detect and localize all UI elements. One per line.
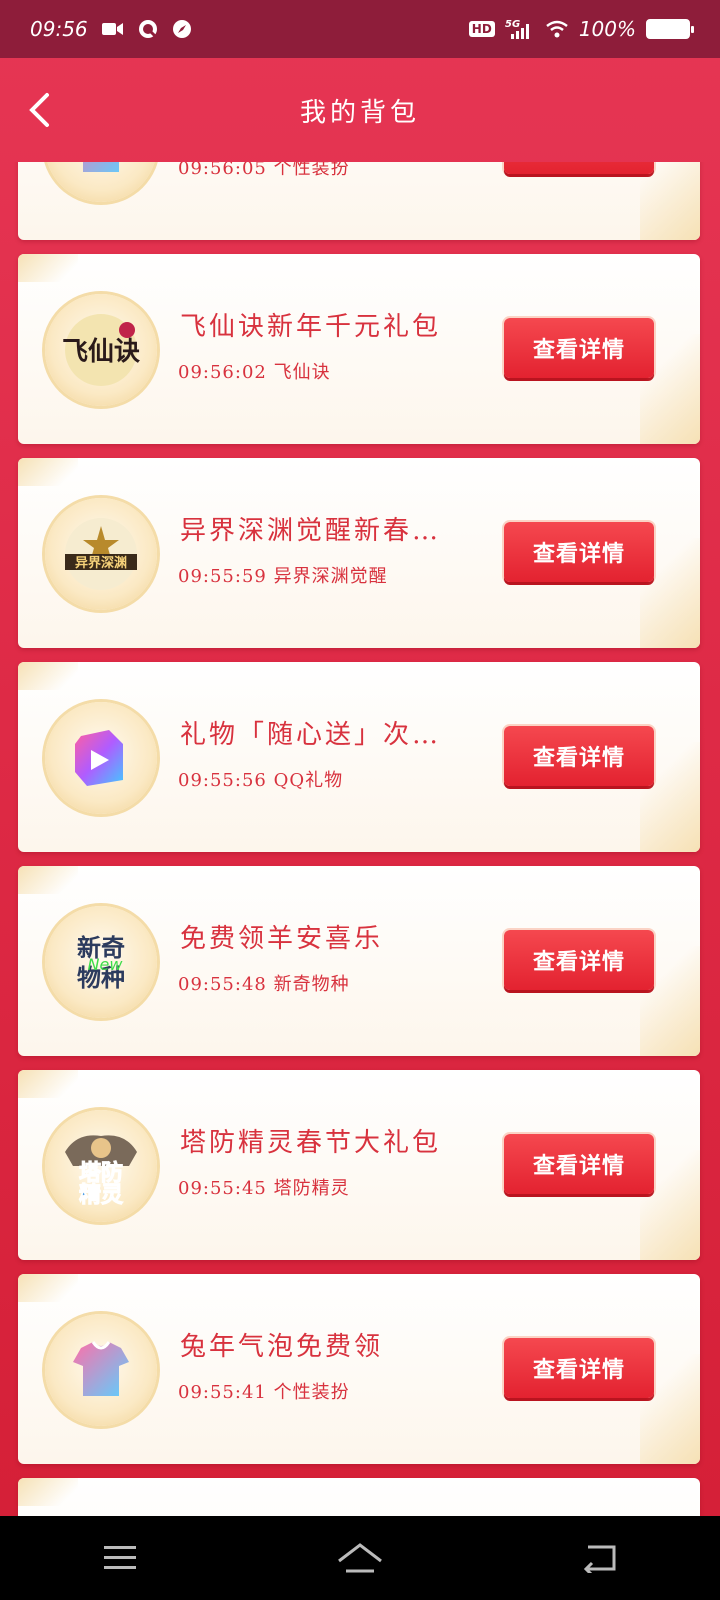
abyss-logo-text: 异界深渊: [75, 555, 127, 571]
item-meta: 09:56:02 飞仙诀: [178, 362, 331, 383]
tafang-logo: 塔防 精灵: [45, 1110, 157, 1222]
abyss-logo: 异界深渊: [45, 498, 157, 610]
hd-badge: HD: [468, 21, 495, 37]
item-meta: 09:55:48 新奇物种: [178, 974, 350, 995]
home-button[interactable]: [330, 1533, 390, 1583]
qq-gift-logo: [45, 702, 157, 814]
item-name: 塔防精灵春节大礼包: [180, 1128, 442, 1158]
clock: 09:56: [30, 17, 88, 41]
wifi-icon: [545, 20, 569, 38]
tafang-logo-bottom-text: 精灵: [79, 1182, 123, 1208]
battery-icon: [646, 19, 694, 39]
view-details-button[interactable]: 查看详情: [504, 726, 654, 786]
feixianjue-logo-text: 飞仙诀: [62, 337, 140, 367]
video-icon: [101, 21, 124, 37]
page-header: 我的背包: [0, 58, 720, 162]
page-title: 我的背包: [299, 97, 420, 128]
signal-icon: 5G: [505, 18, 535, 40]
view-details-button[interactable]: 查看详情: [504, 522, 654, 582]
list-item: 异界深渊 异界深渊觉醒新春… 09:55:59 异界深渊觉醒 查看详情: [18, 458, 700, 648]
personal-dressup-icon: [45, 1314, 157, 1426]
list-item: 飞仙诀 飞仙诀新年千元礼包 09:56:02 飞仙诀 查看详情: [18, 254, 700, 444]
view-details-button[interactable]: 查看详情: [504, 162, 654, 174]
q-app-icon: [138, 19, 158, 39]
item-name: 飞仙诀新年千元礼包: [180, 312, 442, 342]
item-name: 礼物「随心送」次…: [180, 720, 442, 750]
menu-icon: [104, 1546, 136, 1569]
item-meta: 09:55:45 塔防精灵: [178, 1178, 350, 1199]
system-nav-bar: [0, 1516, 720, 1600]
list-item: 塔防 精灵 塔防精灵春节大礼包 09:55:45 塔防精灵 查看详情: [18, 1070, 700, 1260]
list-item: 09:56:05 个性装扮 查看详情: [18, 162, 700, 240]
list-item: [18, 1478, 700, 1516]
feixianjue-logo: 飞仙诀: [45, 294, 157, 406]
home-icon: [338, 1543, 382, 1573]
list-item: 兔年气泡免费领 09:55:41 个性装扮 查看详情: [18, 1274, 700, 1464]
chevron-left-icon: [29, 93, 49, 127]
list-item: 新奇 物种 New 免费领羊安喜乐 09:55:48 新奇物种 查看详情: [18, 866, 700, 1056]
item-meta: 09:56:05 个性装扮: [178, 162, 350, 179]
item-meta: 09:55:59 异界深渊觉醒: [178, 566, 388, 587]
svg-text:5G: 5G: [505, 19, 520, 30]
backpack-list[interactable]: 09:56:05 个性装扮 查看详情 飞仙诀 飞仙诀新年千元礼包 09:56:0…: [0, 162, 720, 1516]
back-button[interactable]: [14, 82, 64, 138]
item-meta: 09:55:56 QQ礼物: [178, 770, 344, 791]
back-arrow-icon: [583, 1545, 616, 1573]
view-details-button[interactable]: 查看详情: [504, 318, 654, 378]
battery-percent: 100%: [578, 17, 636, 41]
view-details-button[interactable]: 查看详情: [504, 930, 654, 990]
menu-button[interactable]: [90, 1533, 150, 1583]
status-bar: 09:56 HD 5G 100%: [0, 0, 720, 58]
item-meta: 09:55:41 个性装扮: [178, 1382, 350, 1403]
item-name: 免费领羊安喜乐: [180, 924, 384, 954]
personal-dressup-icon: [45, 162, 157, 202]
compass-icon: [172, 19, 192, 39]
back-nav-button[interactable]: [570, 1533, 630, 1583]
item-name: 兔年气泡免费领: [180, 1332, 384, 1362]
xinqi-logo-new-text: New: [88, 955, 124, 974]
view-details-button[interactable]: 查看详情: [504, 1338, 654, 1398]
list-item: 礼物「随心送」次… 09:55:56 QQ礼物 查看详情: [18, 662, 700, 852]
view-details-button[interactable]: 查看详情: [504, 1134, 654, 1194]
xinqi-logo: 新奇 物种 New: [45, 906, 157, 1018]
item-name: 异界深渊觉醒新春…: [180, 516, 442, 546]
